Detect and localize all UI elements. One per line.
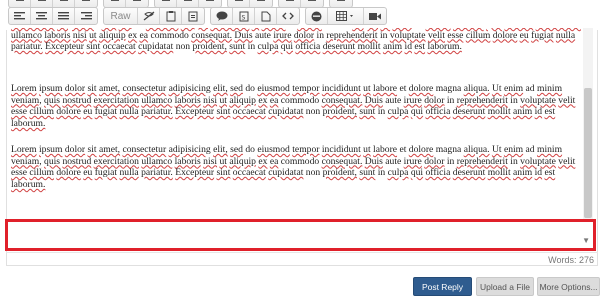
italic-icon[interactable] <box>31 0 53 7</box>
align-left-icon[interactable] <box>9 8 31 24</box>
editor-paragraph: Lorem ipsum dolor sit amet, consectetur … <box>11 144 576 190</box>
underline-icon[interactable] <box>53 0 75 7</box>
editor-paragraph: consectetur adipisicing elit, sed do eiu… <box>11 28 581 53</box>
divider <box>6 252 598 253</box>
code-icon[interactable] <box>277 8 299 24</box>
toolbar-group-align <box>8 7 98 25</box>
raw-button[interactable]: Raw <box>104 8 138 24</box>
scrollbar-thumb[interactable] <box>584 88 592 218</box>
strike-icon[interactable] <box>75 0 97 7</box>
remove-format-icon[interactable] <box>138 8 160 24</box>
editor-paragraph: Lorem ipsum dolor sit amet, consectetur … <box>11 83 576 129</box>
upload-file-button[interactable]: Upload a File <box>476 277 534 296</box>
quote-icon[interactable] <box>211 8 233 24</box>
toolbar-group-media <box>305 7 387 25</box>
paste-text-icon[interactable] <box>160 8 182 24</box>
undo-icon[interactable] <box>228 0 250 7</box>
toolbar-group-format: Raw <box>103 7 205 25</box>
svg-text:S: S <box>241 14 245 21</box>
more-options-button[interactable]: More Options... <box>537 277 600 296</box>
align-center-icon[interactable] <box>31 8 53 24</box>
font-color-icon[interactable] <box>104 0 126 7</box>
list-number-icon[interactable] <box>177 0 199 7</box>
editor-content[interactable]: consectetur adipisicing elit, sed do eiu… <box>8 28 582 249</box>
font-size-icon[interactable] <box>126 0 148 7</box>
align-right-icon[interactable] <box>75 8 97 24</box>
paste-word-icon[interactable] <box>182 8 204 24</box>
media-icon[interactable] <box>364 8 386 24</box>
smilie-icon[interactable] <box>306 8 328 24</box>
redo-icon[interactable] <box>250 0 272 7</box>
align-justify-icon[interactable] <box>53 8 75 24</box>
editor-toolbar: Raw S <box>0 0 606 30</box>
toolbar-row-top <box>0 0 606 8</box>
bold-icon[interactable] <box>9 0 31 7</box>
table-dropdown-icon[interactable] <box>328 8 364 24</box>
word-count: Words: 276 <box>548 255 594 265</box>
post-reply-button[interactable]: Post Reply <box>413 277 472 296</box>
unlink-icon[interactable] <box>301 0 323 7</box>
editor-scrollbar[interactable] <box>583 28 593 249</box>
indent-icon[interactable] <box>199 0 221 7</box>
toolbar-row-bottom: Raw S <box>0 7 606 25</box>
spoiler-icon[interactable]: S <box>233 8 255 24</box>
image-icon[interactable] <box>330 0 352 7</box>
insert-document-icon[interactable] <box>255 8 277 24</box>
toolbar-group-insert: S <box>210 7 300 25</box>
list-bullet-icon[interactable] <box>155 0 177 7</box>
resize-arrow-icon[interactable]: ▼ <box>582 236 590 245</box>
link-icon[interactable] <box>279 0 301 7</box>
editor-resize-area[interactable]: ▼ <box>5 219 596 251</box>
